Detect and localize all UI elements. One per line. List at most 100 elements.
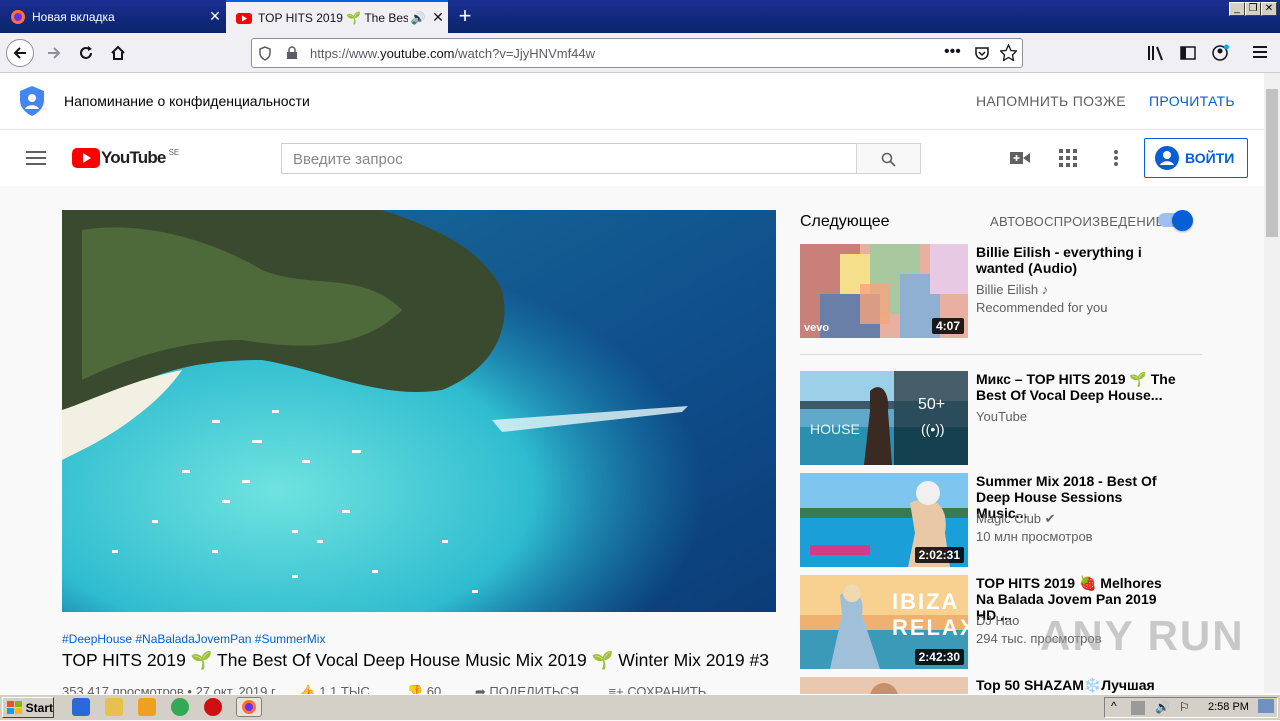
youtube-icon bbox=[236, 10, 252, 26]
windows-taskbar: Start ^ 🔊 ⚐ 2:58 PM bbox=[0, 694, 1280, 720]
autoplay-toggle-knob[interactable] bbox=[1172, 210, 1193, 231]
view-count: 10 млн просмотров bbox=[976, 529, 1093, 544]
shield-icon[interactable] bbox=[258, 46, 272, 66]
opera-icon[interactable] bbox=[204, 698, 222, 716]
tray-expand-icon[interactable]: ^ bbox=[1111, 699, 1117, 713]
bookmark-star-icon[interactable] bbox=[999, 43, 1018, 66]
video-thumbnail[interactable]: IBIZA RELAX 2:42:30 bbox=[800, 575, 968, 669]
video-thumbnail[interactable]: HOUSE 50+ ((•)) bbox=[800, 371, 968, 465]
restore-button[interactable]: ❐ bbox=[1245, 2, 1261, 16]
speaker-icon[interactable]: 🔊 bbox=[408, 11, 428, 25]
ie-icon[interactable] bbox=[72, 698, 90, 716]
like-button[interactable]: 👍 1,1 ТЫС. bbox=[299, 684, 373, 694]
chrome-icon[interactable] bbox=[171, 698, 189, 716]
view-count: 353 417 просмотров • 27 окт. 2019 г. bbox=[62, 684, 278, 694]
sign-in-button[interactable]: ВОЙТИ bbox=[1144, 138, 1248, 178]
flag-icon[interactable]: ⚐ bbox=[1179, 700, 1190, 714]
read-button[interactable]: ПРОЧИТАТЬ bbox=[1149, 93, 1235, 109]
video-meta-row: 353 417 просмотров • 27 окт. 2019 г. 👍 1… bbox=[62, 684, 776, 694]
close-tab-icon[interactable]: ✕ bbox=[428, 9, 448, 26]
autoplay-label: АВТОВОСПРОИЗВЕДЕНИЕ bbox=[990, 214, 1165, 229]
tab-title: Новая вкладка bbox=[32, 9, 115, 24]
clock: 2:58 PM bbox=[1208, 701, 1249, 713]
channel-name[interactable]: Magic Club ✔ bbox=[976, 511, 1056, 527]
thumbnail-badge: IBIZA RELAX bbox=[892, 589, 968, 640]
account-icon[interactable] bbox=[1212, 44, 1230, 67]
youtube-logo-icon bbox=[72, 148, 100, 168]
video-thumbnail[interactable] bbox=[800, 677, 968, 694]
reload-button[interactable] bbox=[72, 39, 100, 67]
volume-icon[interactable]: 🔊 bbox=[1155, 700, 1170, 714]
close-window-button[interactable]: ✕ bbox=[1261, 2, 1277, 16]
search-button[interactable] bbox=[856, 143, 921, 174]
tab-new-tab[interactable]: Новая вкладка ✕ bbox=[0, 0, 225, 33]
divider bbox=[800, 354, 1202, 355]
logo-text: YouTube bbox=[101, 148, 166, 167]
search-icon bbox=[881, 152, 896, 167]
recommended-video[interactable]: 2:02:31 Summer Mix 2018 - Best Of Deep H… bbox=[800, 473, 1210, 567]
show-desktop-icon[interactable] bbox=[1258, 699, 1274, 713]
channel-name[interactable]: Billie Eilish ♪ bbox=[976, 282, 1048, 297]
video-title[interactable]: Микс – TOP HITS 2019 🌱 The Best Of Vocal… bbox=[976, 371, 1176, 403]
folder-icon[interactable] bbox=[105, 698, 123, 716]
thumbs-down-icon: 👎 bbox=[406, 684, 424, 694]
save-button[interactable]: ≡+ СОХРАНИТЬ bbox=[609, 684, 707, 694]
channel-name[interactable]: DJ Hao bbox=[976, 613, 1019, 628]
home-button[interactable] bbox=[104, 39, 132, 67]
privacy-reminder-bar: Напоминание о конфиденциальности НАПОМНИ… bbox=[0, 73, 1264, 130]
library-icon[interactable] bbox=[1147, 45, 1165, 66]
scrollbar-thumb[interactable] bbox=[1266, 89, 1278, 237]
video-hashtags[interactable]: #DeepHouse #NaBaladaJovemPan #SummerMix bbox=[62, 632, 325, 646]
url-text[interactable]: https://www.youtube.com/watch?v=JjyHNVmf… bbox=[310, 46, 595, 61]
tab-title: TOP HITS 2019 🌱 The Best Of bbox=[258, 10, 408, 25]
new-tab-button[interactable]: + bbox=[452, 4, 478, 30]
video-player[interactable] bbox=[62, 210, 776, 612]
watermark: ANY RUN bbox=[1040, 612, 1245, 659]
firefox-taskbar-button[interactable] bbox=[236, 697, 262, 717]
start-button[interactable]: Start bbox=[2, 697, 54, 718]
reload-icon bbox=[80, 46, 92, 59]
video-thumbnail[interactable]: 2:02:31 bbox=[800, 473, 968, 567]
tab-youtube[interactable]: TOP HITS 2019 🌱 The Best Of 🔊 ✕ bbox=[226, 0, 448, 33]
menu-icon[interactable] bbox=[1252, 45, 1268, 64]
navigation-toolbar: https://www.youtube.com/watch?v=JjyHNVmf… bbox=[0, 33, 1280, 73]
network-icon[interactable] bbox=[1131, 701, 1145, 715]
search-input[interactable]: Введите запрос bbox=[281, 143, 857, 174]
sidebar-icon[interactable] bbox=[1180, 45, 1196, 66]
dislike-button[interactable]: 👎 60 bbox=[407, 684, 441, 694]
apps-grid-icon[interactable] bbox=[1059, 149, 1077, 172]
more-options-icon[interactable] bbox=[1113, 149, 1119, 172]
pocket-icon[interactable] bbox=[974, 45, 990, 66]
video-thumbnail[interactable]: vevo 4:07 bbox=[800, 244, 968, 338]
share-button[interactable]: ➦ ПОДЕЛИТЬСЯ bbox=[475, 684, 579, 694]
privacy-text: Напоминание о конфиденциальности bbox=[64, 93, 310, 109]
lock-icon[interactable] bbox=[286, 46, 298, 65]
video-title[interactable]: Top 50 SHAZAM❄️Лучшая bbox=[976, 677, 1176, 693]
forward-button[interactable] bbox=[40, 39, 68, 67]
video-duration: 4:07 bbox=[931, 318, 964, 334]
save-playlist-icon: ≡+ bbox=[608, 684, 624, 694]
video-meta: Recommended for you bbox=[976, 300, 1108, 315]
recommended-video[interactable]: Top 50 SHAZAM❄️Лучшая bbox=[800, 677, 1210, 694]
back-arrow-icon bbox=[13, 47, 26, 59]
youtube-logo[interactable]: YouTube SE bbox=[72, 148, 179, 168]
video-title[interactable]: Billie Eilish - everything i wanted (Aud… bbox=[976, 244, 1176, 276]
channel-name[interactable]: YouTube bbox=[976, 409, 1027, 424]
recommended-mix[interactable]: HOUSE 50+ ((•)) Микс – TOP HITS 2019 🌱 T… bbox=[800, 371, 1210, 465]
media-player-icon[interactable] bbox=[138, 698, 156, 716]
url-bar[interactable]: https://www.youtube.com/watch?v=JjyHNVmf… bbox=[251, 38, 1023, 68]
remind-later-button[interactable]: НАПОМНИТЬ ПОЗЖЕ bbox=[976, 93, 1126, 109]
hamburger-menu-icon[interactable] bbox=[26, 150, 46, 171]
close-tab-icon[interactable]: ✕ bbox=[205, 8, 225, 25]
create-video-icon[interactable] bbox=[1010, 150, 1030, 171]
page-actions-icon[interactable]: ••• bbox=[944, 43, 961, 61]
house-text: HOUSE bbox=[810, 421, 860, 437]
forward-arrow-icon bbox=[48, 47, 61, 59]
minimize-button[interactable]: _ bbox=[1229, 2, 1245, 16]
windows-logo-icon bbox=[7, 700, 22, 714]
video-duration: 2:02:31 bbox=[914, 547, 964, 563]
share-icon: ➦ bbox=[474, 684, 486, 694]
back-button[interactable] bbox=[6, 39, 34, 67]
vevo-badge: vevo bbox=[804, 322, 830, 334]
recommended-video[interactable]: vevo 4:07 Billie Eilish - everything i w… bbox=[800, 244, 1210, 338]
